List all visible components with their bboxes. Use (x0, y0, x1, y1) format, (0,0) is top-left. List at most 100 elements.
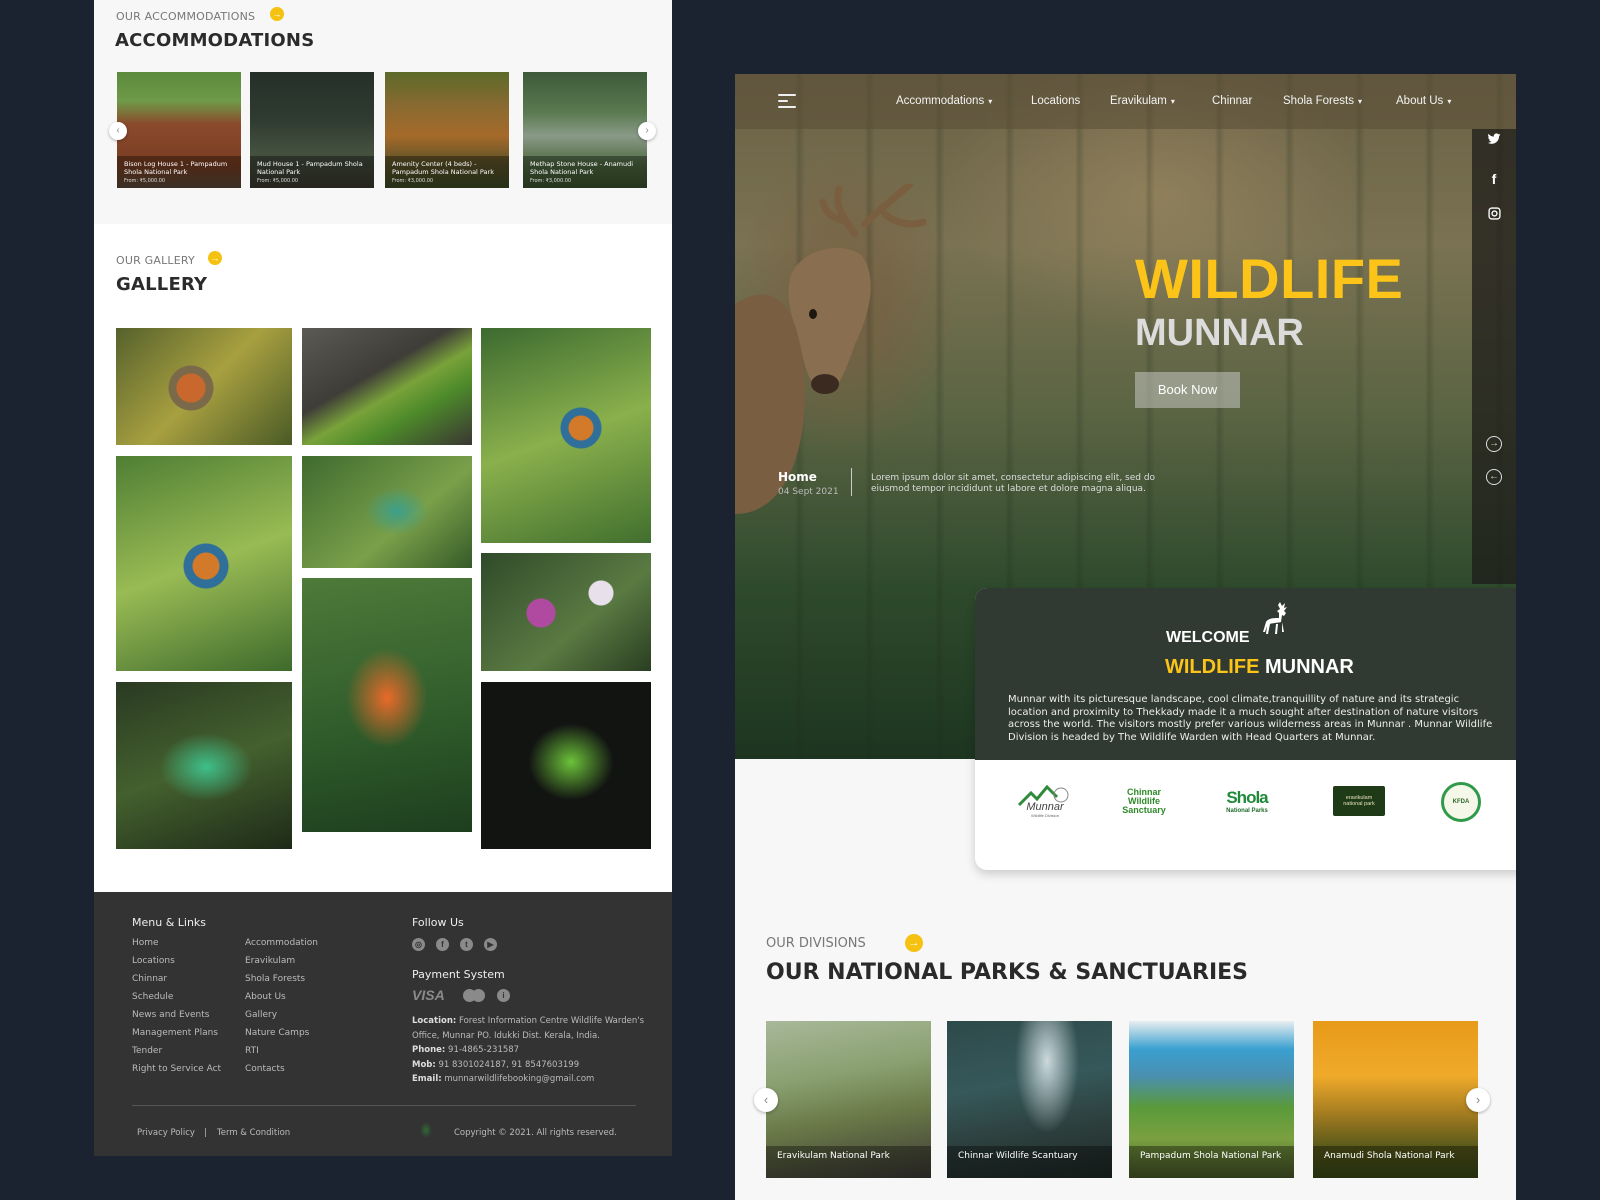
footer-link-schedule[interactable]: Schedule (132, 992, 173, 1002)
breadcrumb: Home 04 Sept 2021 (778, 470, 839, 497)
accommodations-title: ACCOMMODATIONS (115, 30, 315, 51)
footer-link-locations[interactable]: Locations (132, 956, 175, 966)
gallery-image-lily[interactable] (302, 578, 472, 832)
visa-icon: VISA (412, 987, 445, 1003)
privacy-policy-link[interactable]: Privacy Policy (137, 1128, 195, 1138)
accommodation-name: Bison Log House 1 - Pampadum Shola Natio… (124, 160, 228, 176)
twitter-icon[interactable] (1484, 131, 1504, 151)
footer-link-nature-camps[interactable]: Nature Camps (245, 1028, 309, 1038)
footer-link-tender[interactable]: Tender (132, 1046, 162, 1056)
gallery-image-kingfisher-2[interactable] (116, 456, 292, 671)
footer-link-accommodation[interactable]: Accommodation (245, 938, 318, 948)
mob-label: Mob: (412, 1059, 436, 1070)
welcome-body: Munnar with its picturesque landscape, c… (1008, 694, 1493, 743)
accommodations-eyebrow: OUR ACCOMMODATIONS (116, 10, 256, 23)
kfdc-emblem-logo[interactable]: KFDA (1441, 782, 1481, 822)
nav-locations[interactable]: Locations (1031, 95, 1080, 107)
footer-link-right-to-service[interactable]: Right to Service Act (132, 1064, 221, 1074)
terms-link[interactable]: Term & Condition (217, 1128, 290, 1138)
gallery-image-chameleon[interactable] (302, 328, 472, 445)
carousel-next-button[interactable]: › (638, 122, 656, 140)
gallery-image-green-python[interactable] (116, 682, 292, 849)
nav-shola-forests[interactable]: Shola Forests ▾ (1283, 95, 1362, 107)
youtube-icon[interactable]: ▶ (484, 938, 497, 951)
main-navbar: Accommodations ▾ Locations Eravikulam ▾ Ch… (735, 74, 1516, 129)
park-card-eravikulam[interactable]: Eravikulam National Park (766, 1021, 931, 1178)
accommodation-name: Methap Stone House - Anamudi Shola Natio… (530, 160, 634, 176)
mob-value: 91 8301024187, 91 8547603199 (438, 1059, 580, 1070)
nav-eravikulam[interactable]: Eravikulam ▾ (1110, 95, 1175, 107)
email-value[interactable]: munnarwildlifebooking@gmail.com (444, 1074, 594, 1084)
footer-contact-info: Location: Forest Information Centre Wild… (412, 1014, 652, 1087)
footer-link-contacts[interactable]: Contacts (245, 1064, 285, 1074)
eravikulam-national-park-logo[interactable]: eravikulam national park (1333, 786, 1385, 816)
welcome-rest: MUNNAR (1265, 656, 1354, 678)
facebook-icon[interactable]: f (1484, 169, 1504, 189)
email-label: Email: (412, 1074, 442, 1084)
accommodation-price: From: ₹5,000.00 (124, 178, 166, 184)
mastercard-icon (463, 989, 485, 1002)
footer-link-about-us[interactable]: About Us (245, 992, 286, 1002)
park-card-chinnar[interactable]: Chinnar Wildlife Scantuary (947, 1021, 1112, 1178)
hero-side-strip: f → ← (1472, 129, 1516, 584)
twitter-icon[interactable]: t (460, 938, 473, 951)
accommodation-price: From: ₹3,000.00 (392, 178, 434, 184)
deer-image (735, 184, 927, 514)
nav-about-us[interactable]: About Us ▾ (1396, 95, 1451, 107)
munnar-wildlife-division-logo[interactable]: Munnar Wildlife Division (1015, 778, 1075, 824)
park-card-anamudi[interactable]: Anamudi Shola National Park (1313, 1021, 1478, 1178)
arrow-right-icon[interactable]: → (270, 7, 284, 21)
nav-accommodations[interactable]: Accommodations ▾ (896, 95, 992, 107)
accommodation-card[interactable]: Mud House 1 - Pampadum Shola National Pa… (250, 72, 374, 188)
arrow-right-circle-icon[interactable]: → (1486, 436, 1502, 452)
footer-link-eravikulam[interactable]: Eravikulam (245, 956, 295, 966)
park-card-label: Eravikulam National Park (766, 1146, 931, 1178)
gallery-image-orchid-flowers[interactable] (481, 553, 651, 671)
hamburger-menu-icon[interactable] (778, 94, 798, 110)
chevron-down-icon: ▾ (1357, 97, 1362, 106)
welcome-card: WELCOME WILDLIFE MUNNAR Munnar with its … (975, 588, 1516, 870)
footer-link-home[interactable]: Home (132, 938, 159, 948)
gallery-image-chameleon-2[interactable] (302, 456, 472, 568)
footer-link-management-plans[interactable]: Management Plans (132, 1028, 218, 1038)
arrow-left-circle-icon[interactable]: ← (1486, 469, 1502, 485)
accommodation-card[interactable]: Amenity Center (4 beds) - Pampadum Shola… (385, 72, 509, 188)
instagram-icon[interactable]: ◎ (412, 938, 425, 951)
carousel-prev-button[interactable]: ‹ (109, 122, 127, 140)
parks-next-button[interactable]: › (1466, 1088, 1490, 1112)
shola-national-parks-logo[interactable]: Shola National Parks (1217, 778, 1277, 824)
facebook-icon[interactable]: f (436, 938, 449, 951)
chinnar-wildlife-sanctuary-logo[interactable]: Chinnar Wildlife Sanctuary (1120, 778, 1168, 824)
phone-label: Phone: (412, 1045, 446, 1055)
footer-separator: | (204, 1128, 207, 1138)
book-now-button[interactable]: Book Now (1135, 372, 1240, 408)
footer-link-chinnar[interactable]: Chinnar (132, 974, 167, 984)
footer-logo-icon (420, 1122, 432, 1138)
copyright: Copyright © 2021. All rights reserved. (454, 1128, 617, 1138)
arrow-right-icon[interactable]: → (905, 934, 923, 952)
breadcrumb-home[interactable]: Home (778, 470, 839, 484)
park-card-pampadum[interactable]: Pampadum Shola National Park (1129, 1021, 1294, 1178)
gallery-image-kingfisher[interactable] (481, 328, 651, 543)
welcome-subheading: WILDLIFE MUNNAR (1165, 656, 1354, 679)
park-card-label: Pampadum Shola National Park (1129, 1146, 1294, 1178)
footer-link-rti[interactable]: RTI (245, 1046, 259, 1056)
footer-link-gallery[interactable]: Gallery (245, 1010, 277, 1020)
arrow-right-icon[interactable]: → (208, 251, 222, 265)
gallery-image-robin[interactable] (116, 328, 292, 445)
accommodation-price: From: ₹3,000.00 (530, 178, 572, 184)
footer-link-news-events[interactable]: News and Events (132, 1010, 209, 1020)
nav-chinnar[interactable]: Chinnar (1212, 95, 1252, 107)
instagram-icon[interactable] (1484, 205, 1504, 225)
chevron-down-icon: ▾ (1170, 97, 1175, 106)
accommodation-name: Amenity Center (4 beds) - Pampadum Shola… (392, 160, 494, 176)
accommodation-card[interactable]: Methap Stone House - Anamudi Shola Natio… (523, 72, 647, 188)
gallery-image-green-python-2[interactable] (481, 682, 651, 849)
accommodation-price: From: ₹5,000.00 (257, 178, 299, 184)
hero-title-munnar: MUNNAR (1135, 312, 1304, 354)
footer-divider (132, 1105, 636, 1106)
stag-icon (1263, 602, 1287, 634)
footer-link-shola-forests[interactable]: Shola Forests (245, 974, 305, 984)
parks-prev-button[interactable]: ‹ (754, 1088, 778, 1112)
accommodation-card[interactable]: Bison Log House 1 - Pampadum Shola Natio… (117, 72, 241, 188)
